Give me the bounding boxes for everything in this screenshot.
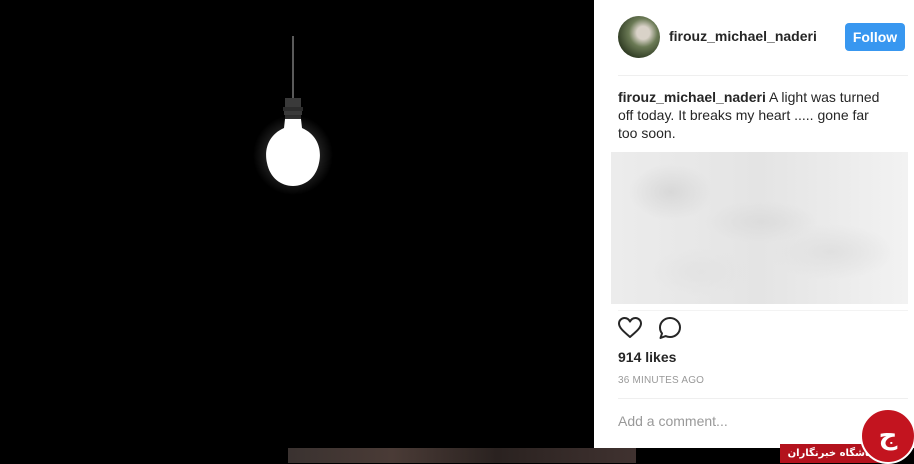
- post-timestamp[interactable]: 36 MINUTES AGO: [618, 375, 704, 386]
- avatar[interactable]: [618, 16, 660, 58]
- comment-button[interactable]: [657, 315, 683, 341]
- header-divider: [618, 75, 908, 76]
- follow-button[interactable]: Follow: [845, 23, 905, 51]
- bottom-background-strip: [0, 448, 914, 463]
- post-photo[interactable]: [0, 0, 594, 448]
- bottom-photo-fragment: [288, 448, 636, 463]
- post-caption: firouz_michael_naderi A light was turned…: [618, 88, 888, 142]
- comment-divider: [618, 398, 908, 399]
- light-bulb-illustration: [253, 36, 333, 195]
- watermark-logo-glyph: ج: [878, 421, 898, 451]
- bulb-socket: [285, 98, 301, 108]
- header-username[interactable]: firouz_michael_naderi: [669, 28, 817, 44]
- post-header: firouz_michael_naderi Follow: [594, 0, 914, 76]
- like-button[interactable]: [617, 315, 643, 341]
- likes-count[interactable]: 914 likes: [618, 349, 676, 365]
- heart-icon: [618, 317, 642, 338]
- blurred-comment-area: [611, 152, 908, 304]
- actions-divider: [618, 310, 908, 311]
- watermark-logo: ج: [860, 408, 914, 464]
- post-side-panel: firouz_michael_naderi Follow firouz_mich…: [594, 0, 914, 448]
- news-agency-watermark: باشگاه خبرنگاران ج: [780, 404, 914, 464]
- comment-bubble-icon: [659, 317, 681, 339]
- caption-username[interactable]: firouz_michael_naderi: [618, 89, 766, 105]
